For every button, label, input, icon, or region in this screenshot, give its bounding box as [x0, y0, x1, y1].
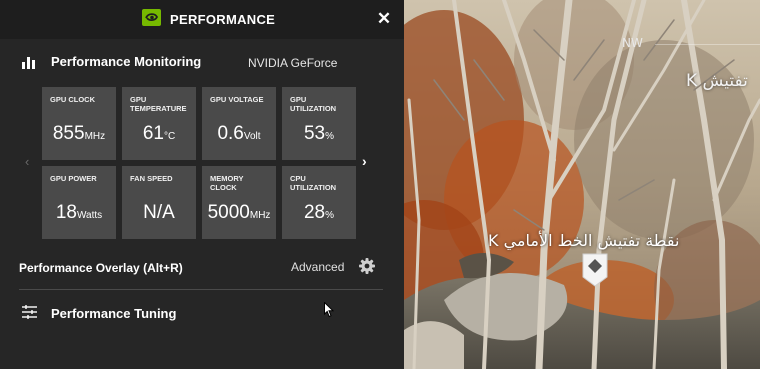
nvidia-logo-icon	[142, 9, 161, 26]
metric-label: GPU CLOCK	[50, 95, 95, 104]
metric-value: 18Watts	[55, 202, 103, 223]
waypoint-marker-icon	[582, 253, 608, 292]
performance-tuning-item[interactable]: Performance Tuning	[51, 306, 176, 321]
metric-tile-gpu-voltage: GPU VOLTAGE 0.6Volt	[202, 87, 276, 160]
metric-tile-gpu-power: GPU POWER 18Watts	[42, 166, 116, 239]
metric-label: FAN SPEED	[130, 174, 173, 183]
compass-heading: NW	[622, 36, 643, 50]
metric-label: GPU POWER	[50, 174, 97, 183]
metric-label: CPU UTILIZATION	[290, 174, 337, 192]
performance-panel: PERFORMANCE ✕ Performance Monitoring NVI…	[0, 0, 404, 369]
advanced-link[interactable]: Advanced	[291, 260, 344, 274]
metric-tile-gpu-clock: GPU CLOCK 855MHz	[42, 87, 116, 160]
metric-value: 61°C	[142, 123, 176, 144]
metric-tile-gpu-utilization: GPU UTILIZATION 53%	[282, 87, 356, 160]
metric-tile-memory-clock: MEMORY CLOCK 5000MHz	[202, 166, 276, 239]
title-bar: PERFORMANCE ✕	[0, 0, 404, 39]
sliders-icon	[22, 305, 37, 319]
waypoint-label: نقطة تفتيش الخط الأمامي K	[488, 231, 680, 250]
window-title: PERFORMANCE	[170, 12, 276, 27]
metric-value: 5000MHz	[207, 202, 271, 223]
metric-label: GPU VOLTAGE	[210, 95, 264, 104]
performance-monitoring-title: Performance Monitoring	[51, 54, 202, 69]
metric-value: 855MHz	[52, 123, 106, 144]
mouse-cursor-icon	[324, 301, 335, 318]
metric-tile-cpu-utilization: CPU UTILIZATION 28%	[282, 166, 356, 239]
metric-label: GPU UTILIZATION	[290, 95, 337, 113]
divider	[19, 289, 383, 290]
gpu-name: NVIDIA GeForce	[248, 56, 338, 70]
bar-chart-icon	[22, 56, 36, 69]
metric-value: 53%	[303, 123, 335, 144]
metric-label: MEMORY CLOCK	[210, 174, 244, 192]
metric-value: N/A	[143, 202, 175, 223]
performance-overlay-toggle[interactable]: Performance Overlay (Alt+R)	[19, 261, 183, 275]
chevron-right-icon[interactable]: ›	[362, 153, 367, 169]
metric-value: 0.6Volt	[217, 123, 261, 144]
metric-value: 28%	[303, 202, 335, 223]
metric-tile-fan-speed: FAN SPEED N/A	[122, 166, 196, 239]
waypoint-label-top: تفتيش K	[686, 71, 748, 91]
metric-label: GPU TEMPERATURE	[130, 95, 187, 113]
game-viewport	[404, 0, 760, 369]
metric-tile-gpu-temperature: GPU TEMPERATURE 61°C	[122, 87, 196, 160]
close-icon[interactable]: ✕	[374, 9, 394, 29]
gear-icon[interactable]	[359, 258, 375, 274]
compass-bar	[655, 44, 760, 45]
chevron-left-icon[interactable]: ‹	[25, 154, 29, 169]
